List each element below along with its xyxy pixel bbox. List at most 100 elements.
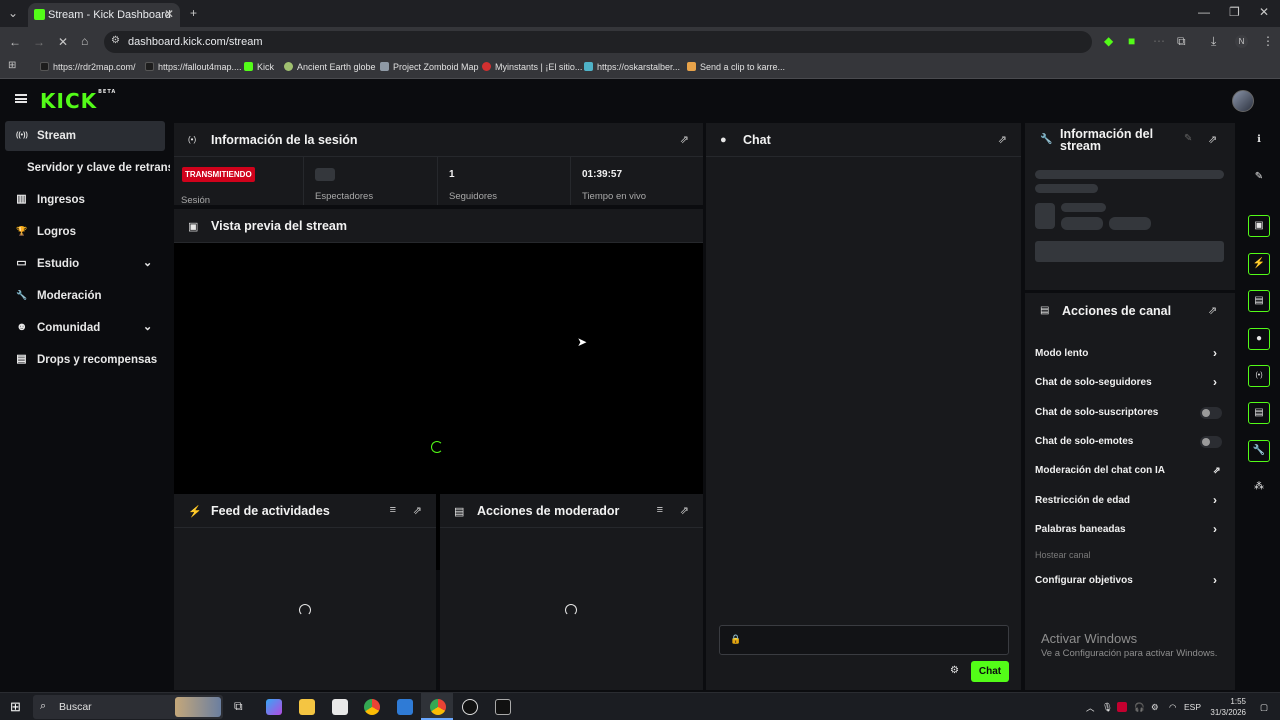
file-explorer-icon[interactable] [299,699,315,715]
bookmark-send-clip[interactable]: Send a clip to karre... [687,62,785,72]
store-icon[interactable] [332,699,348,715]
forward-icon[interactable]: → [33,35,45,49]
toggle-switch[interactable] [1200,436,1222,448]
bookmark-fallout4map[interactable]: https://fallout4map.... [145,62,242,72]
headset-icon[interactable]: 🎧 [1134,702,1145,713]
action-solo-suscriptores[interactable]: Chat de solo-suscriptores [1035,403,1225,423]
extension-kick-icon[interactable]: ◆ [1104,34,1113,48]
sidebar-item-estudio[interactable]: ▭ Estudio ⌄ [5,249,165,279]
filter-icon[interactable]: ≡ [390,504,396,516]
edit-pencil-icon[interactable]: ✎ [1248,167,1270,189]
popout-icon[interactable]: ⇗ [680,504,689,517]
action-solo-seguidores[interactable]: Chat de solo-seguidores › [1035,373,1225,393]
broadcast-icon: ((•)) [16,132,28,139]
rail-clipboard-icon[interactable]: ▤ [1248,290,1270,312]
user-avatar[interactable] [1232,90,1254,112]
network-icon[interactable]: ◠ [1169,702,1176,713]
chat-input[interactable]: 🔒 [719,625,1009,655]
chrome-active-icon[interactable] [430,699,446,715]
skeleton-line [1035,170,1224,179]
popout-icon[interactable]: ⇗ [1208,133,1217,146]
extension-dots-icon[interactable]: ⋯ [1153,34,1165,48]
clock[interactable]: 1:55 31/3/2026 [1206,696,1246,718]
sidebar-item-stream[interactable]: ((•)) Stream [5,121,165,151]
studio-icon: ▭ [16,257,27,269]
close-window-icon[interactable]: ✕ [1259,5,1269,19]
chrome-icon[interactable] [364,699,380,715]
kick-logo[interactable]: KICKBETA [40,89,116,113]
site-info-icon[interactable]: ⚙ [111,35,120,46]
copilot-icon[interactable] [266,699,282,715]
stop-loading-icon[interactable]: ✕ [58,35,68,49]
edit-pencil-icon[interactable]: ✎ [1184,133,1192,144]
chat-send-button[interactable]: Chat [971,661,1009,682]
home-icon[interactable]: ⌂ [81,34,88,48]
maximize-icon[interactable]: ❐ [1229,5,1240,19]
sidebar-item-label: Logros [37,226,76,238]
action-solo-emotes[interactable]: Chat de solo-emotes [1035,432,1225,452]
toggle-switch[interactable] [1200,407,1222,419]
download-icon[interactable]: ⤓ [1211,34,1216,49]
obs-icon[interactable] [462,699,478,715]
mail-icon[interactable] [397,699,413,715]
skeleton-thumb [1035,203,1055,229]
popout-icon[interactable]: ⇗ [680,133,689,146]
rail-wrench-icon[interactable]: 🔧 [1248,440,1270,462]
notifications-icon[interactable]: ▢ [1260,702,1268,713]
chat-settings-gear-icon[interactable]: ⚙ [950,665,959,676]
windows-start-icon[interactable]: ⊞ [10,699,21,715]
action-moderacion-ia[interactable]: Moderación del chat con IA ⇗ [1035,461,1225,481]
terminal-icon[interactable] [495,699,511,715]
taskbar-search[interactable]: ⌕ Buscar [33,695,223,719]
task-view-icon[interactable]: ⧉ [234,699,243,714]
rail-widgets-icon[interactable]: ⁂ [1248,477,1270,499]
rail-channel-actions-icon[interactable]: ▤ [1248,402,1270,424]
extensions-puzzle-icon[interactable]: ⧉ [1177,34,1186,49]
popout-icon[interactable]: ⇗ [413,504,422,517]
microphone-icon[interactable]: 🎙 [1102,702,1113,713]
action-palabras-baneadas[interactable]: Palabras baneadas › [1035,520,1225,540]
browser-menu-icon[interactable]: ⋮ [1262,34,1274,48]
sidebar-item-server-key[interactable]: Servidor y clave de retransmisión [5,153,170,183]
address-bar[interactable]: ⚙ dashboard.kick.com/stream [104,31,1092,53]
chevron-right-icon: › [1213,522,1217,536]
popout-icon[interactable]: ⇗ [1208,304,1217,317]
language-indicator[interactable]: ESP [1184,702,1201,712]
action-restriccion-edad[interactable]: Restricción de edad › [1035,491,1225,511]
tab-close-icon[interactable]: ✕ [164,7,174,21]
apps-grid-icon[interactable]: ⊞ [8,60,16,71]
filter-icon[interactable]: ≡ [657,504,663,516]
minimize-icon[interactable]: — [1198,5,1210,19]
action-configurar-objetivos[interactable]: Configurar objetivos › [1035,571,1225,591]
sidebar-item-ingresos[interactable]: ▥ Ingresos [5,185,165,215]
sidebar-item-drops[interactable]: ▤ Drops y recompensas [5,345,165,375]
tray-app-icon[interactable] [1117,702,1127,712]
tab-search-icon[interactable]: ⌄ [8,6,18,20]
bookmark-rdr2map[interactable]: https://rdr2map.com/ [40,62,136,72]
rail-lightning-icon[interactable]: ⚡ [1248,253,1270,275]
bookmark-myinstants[interactable]: Myinstants | ¡El sitio... [482,62,582,72]
rail-broadcast-icon[interactable]: (•) [1248,365,1270,387]
loading-spinner-icon [431,441,443,453]
action-modo-lento[interactable]: Modo lento › [1035,344,1225,364]
rail-session-icon[interactable]: ▣ [1248,215,1270,237]
sidebar-item-moderacion[interactable]: 🔧 Moderación [5,281,165,311]
extension-green-icon[interactable]: ■ [1128,34,1135,48]
sidebar-item-logros[interactable]: 🏆 Logros [5,217,165,247]
tray-settings-icon[interactable]: ⚙ [1151,702,1159,713]
info-icon[interactable]: ℹ [1248,130,1270,152]
browser-tab-active[interactable]: Stream - Kick Dashboard ✕ [28,3,180,27]
bookmark-oskarstalber[interactable]: https://oskarstalber... [584,62,680,72]
bookmark-kick[interactable]: Kick [244,62,274,72]
bookmark-ancient-earth[interactable]: Ancient Earth globe [284,62,376,72]
sidebar-item-comunidad[interactable]: ☻ Comunidad ⌄ [5,313,165,343]
rail-chat-icon[interactable]: ● [1248,328,1270,350]
profile-avatar[interactable]: N [1235,35,1248,48]
new-tab-icon[interactable]: + [190,6,197,20]
community-icon: ☻ [16,321,28,333]
popout-icon[interactable]: ⇗ [998,133,1007,146]
hamburger-menu-icon[interactable] [15,94,27,103]
back-icon[interactable]: ← [9,35,21,49]
bookmark-project-zomboid[interactable]: Project Zomboid Map [380,62,479,72]
tray-overflow-icon[interactable]: ︿ [1086,702,1095,714]
